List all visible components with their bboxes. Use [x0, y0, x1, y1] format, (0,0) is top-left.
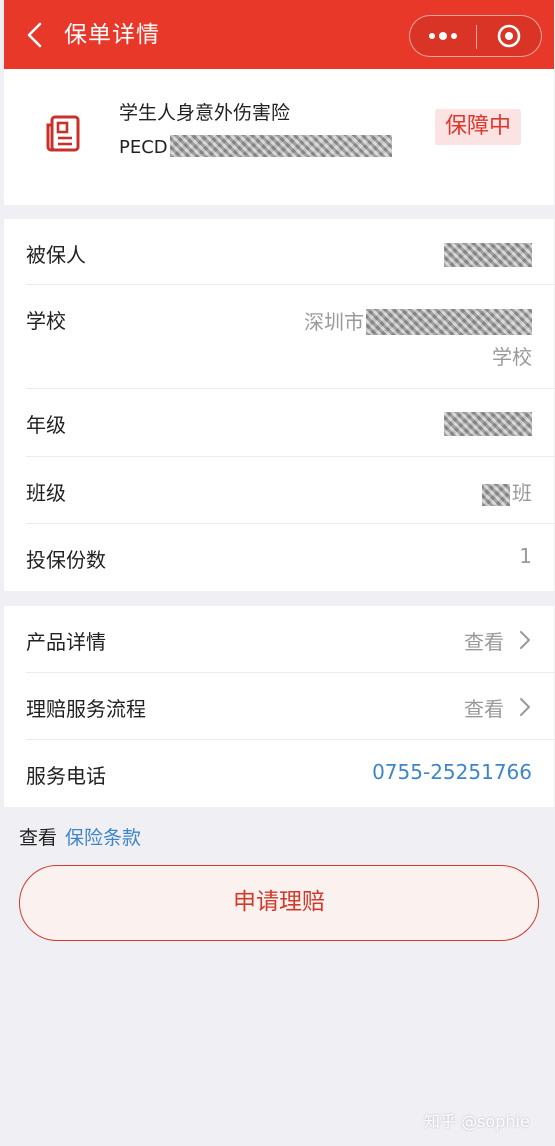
service-phone-link[interactable]: 0755-25251766 — [372, 760, 532, 784]
school-row: 学校 深圳市 学校 — [26, 285, 554, 389]
target-circle-icon — [497, 24, 521, 48]
school-value: 深圳市 — [304, 306, 532, 335]
app-frame: 保单详情 学生人身意外伤害险 PECD 保障中 被保人 学校 深圳市 学校 年级… — [4, 0, 554, 1146]
insured-value — [444, 241, 532, 267]
claim-process-row[interactable]: 理赔服务流程 查看 — [26, 673, 554, 740]
terms-prefix: 查看 — [19, 827, 58, 849]
status-badge: 保障中 — [435, 109, 521, 145]
document-icon — [46, 115, 80, 152]
class-suffix: 班 — [512, 481, 532, 505]
close-mini-program-button[interactable] — [477, 16, 541, 56]
product-details-label: 产品详情 — [26, 630, 106, 654]
nav-bar: 保单详情 — [4, 0, 554, 69]
service-phone-row: 服务电话 0755-25251766 — [26, 740, 554, 807]
claim-process-label: 理赔服务流程 — [26, 697, 146, 721]
class-row: 班级 班 — [26, 457, 554, 524]
insured-row: 被保人 — [26, 219, 554, 285]
redacted-mosaic — [366, 308, 532, 335]
policy-card: 学生人身意外伤害险 PECD 保障中 — [4, 69, 554, 205]
copies-row: 投保份数 1 — [26, 524, 554, 591]
school-suffix: 学校 — [492, 345, 532, 369]
redacted-mosaic — [482, 483, 510, 506]
mini-program-capsule — [409, 15, 542, 57]
page-title: 保单详情 — [64, 22, 160, 48]
more-dots-icon — [429, 32, 457, 40]
terms-line: 查看 保险条款 — [19, 823, 141, 850]
school-prefix: 深圳市 — [304, 310, 364, 334]
class-value: 班 — [482, 477, 532, 506]
grade-value — [444, 410, 532, 436]
service-phone-label: 服务电话 — [26, 764, 106, 788]
redacted-mosaic — [444, 242, 532, 267]
redacted-mosaic — [444, 411, 532, 436]
chevron-left-icon — [27, 22, 42, 48]
grade-row: 年级 — [26, 389, 554, 457]
policy-name: 学生人身意外伤害险 — [119, 102, 291, 124]
insurance-terms-link[interactable]: 保险条款 — [65, 827, 141, 849]
school-label: 学校 — [26, 309, 66, 333]
chevron-right-icon — [520, 631, 530, 649]
product-details-row[interactable]: 产品详情 查看 — [26, 606, 554, 673]
more-button[interactable] — [410, 16, 476, 56]
grade-label: 年级 — [26, 413, 66, 437]
product-details-link[interactable]: 查看 — [464, 626, 504, 655]
insured-label: 被保人 — [26, 243, 86, 267]
policy-info-list: 被保人 学校 深圳市 学校 年级 班级 班 投保份数 1 — [4, 219, 554, 591]
action-list: 产品详情 查看 理赔服务流程 查看 服务电话 0755-25251766 — [4, 606, 554, 807]
copies-label: 投保份数 — [26, 548, 106, 572]
apply-claim-button[interactable]: 申请理赔 — [19, 865, 539, 941]
watermark: 知乎 @sophie — [424, 1112, 530, 1131]
class-label: 班级 — [26, 481, 66, 505]
policy-number-prefix: PECD — [119, 137, 168, 158]
back-button[interactable] — [22, 20, 50, 50]
policy-number: PECD — [119, 135, 392, 161]
claim-process-link[interactable]: 查看 — [464, 693, 504, 722]
chevron-right-icon — [520, 698, 530, 716]
copies-value: 1 — [519, 544, 532, 568]
redacted-mosaic — [169, 135, 392, 157]
